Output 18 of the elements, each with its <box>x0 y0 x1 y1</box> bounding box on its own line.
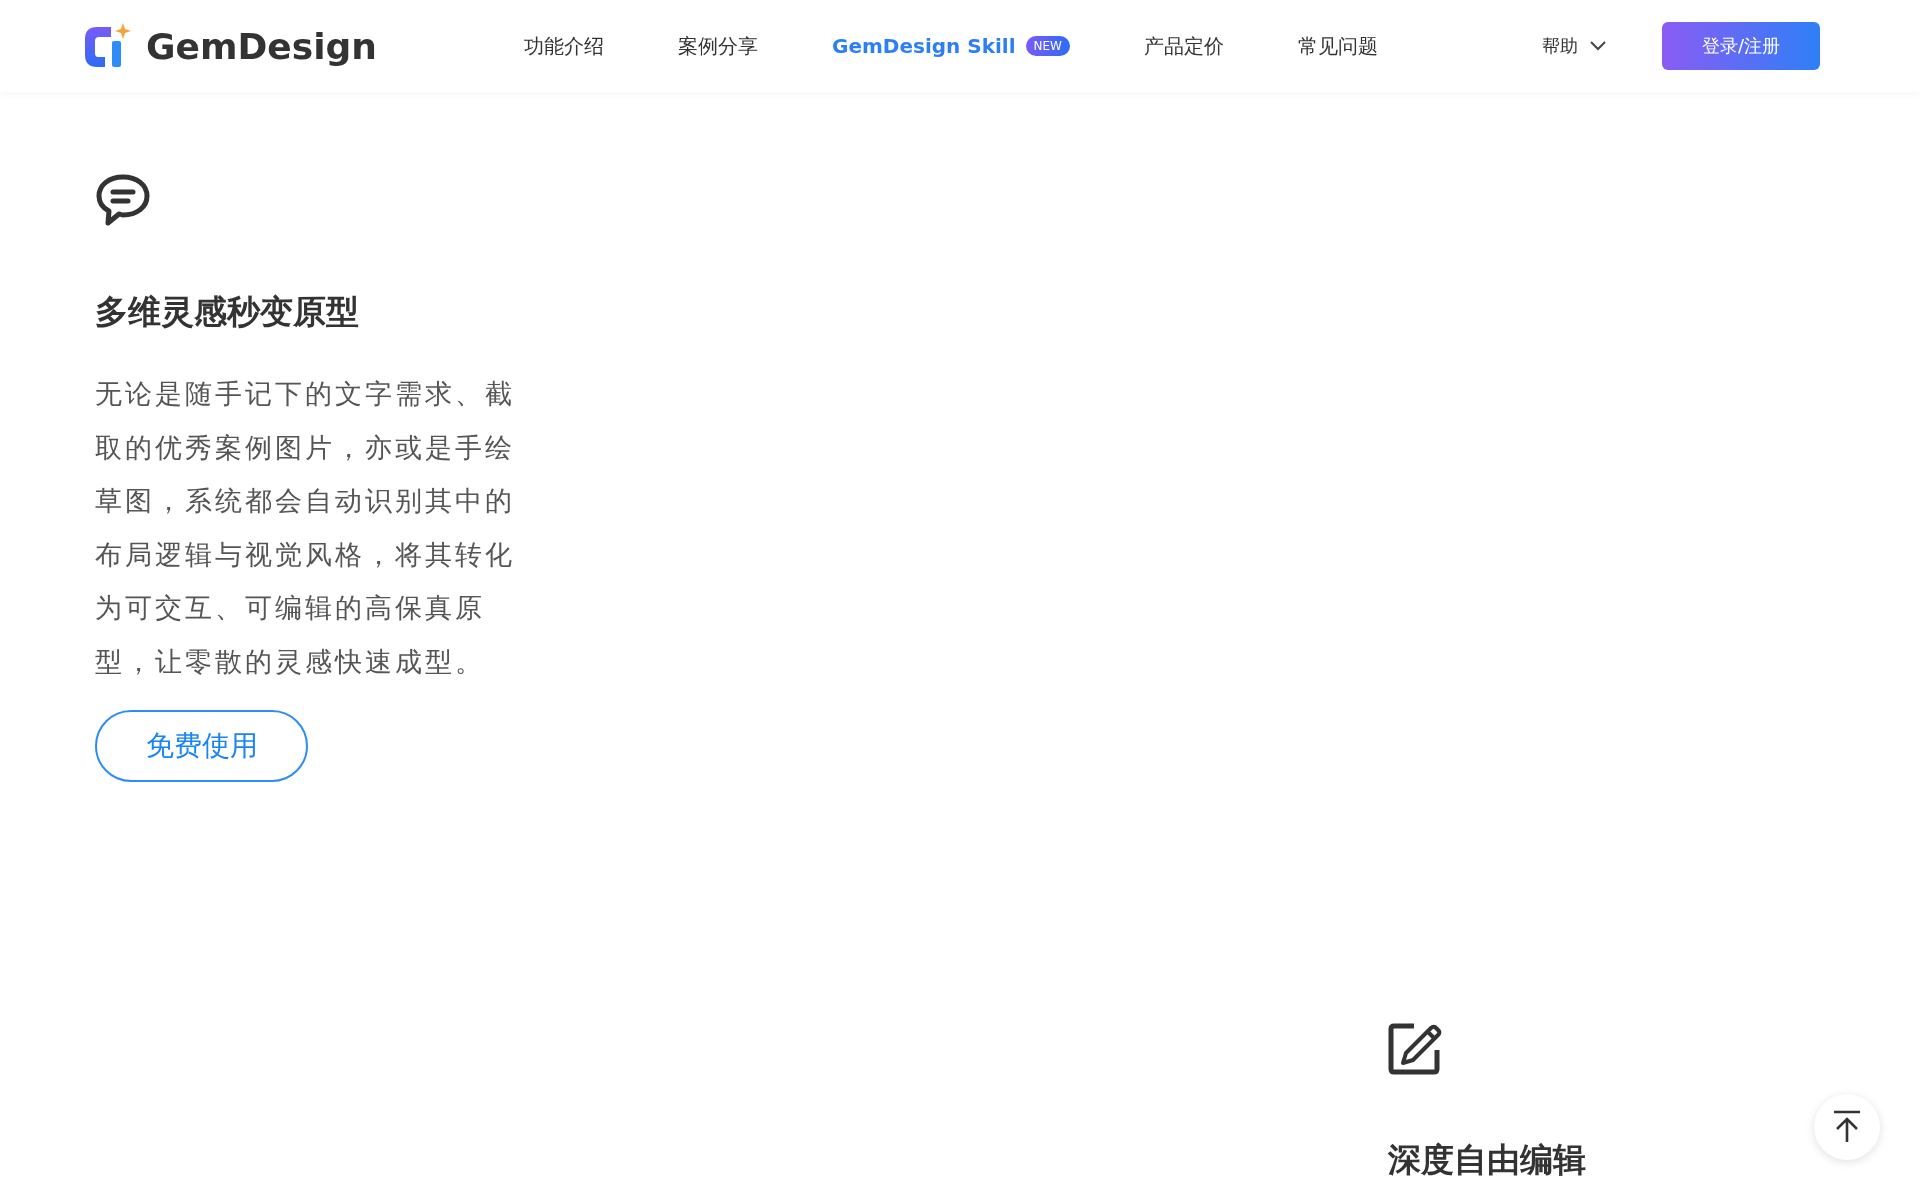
nav-link[interactable]: 案例分享 <box>678 32 758 60</box>
logo-text[interactable]: GemDesign <box>146 25 377 67</box>
chat-bubble-icon <box>95 172 151 228</box>
nav-link[interactable]: GemDesign Skill NEW <box>832 34 1070 58</box>
edit-icon <box>1388 1022 1442 1076</box>
new-badge: NEW <box>1025 36 1070 56</box>
arrow-up-icon <box>1832 1110 1862 1144</box>
back-to-top-button[interactable] <box>1814 1094 1880 1160</box>
nav-link[interactable]: 产品定价 <box>1144 32 1224 60</box>
help-menu[interactable]: 帮助 <box>1536 33 1612 59</box>
feature-title: 深度自由编辑 <box>1388 1139 1586 1181</box>
feature-description: 无论是随手记下的文字需求、截取的优秀案例图片，亦或是手绘草图，系统都会自动识别其中的布局逻辑与视觉风格，将其转化为可交互、可编辑的高保真原型，让零散的灵感快速成型。 <box>95 377 516 679</box>
feature-title: 多维灵感秒变原型 <box>95 291 359 333</box>
nav-link[interactable]: 常见问题 <box>1298 32 1378 60</box>
chevron-down-icon <box>1590 41 1606 51</box>
free-use-button[interactable]: 免费使用 <box>95 710 308 782</box>
nav-link[interactable]: 功能介绍 <box>524 32 604 60</box>
login-button[interactable]: 登录/注册 <box>1662 22 1820 70</box>
